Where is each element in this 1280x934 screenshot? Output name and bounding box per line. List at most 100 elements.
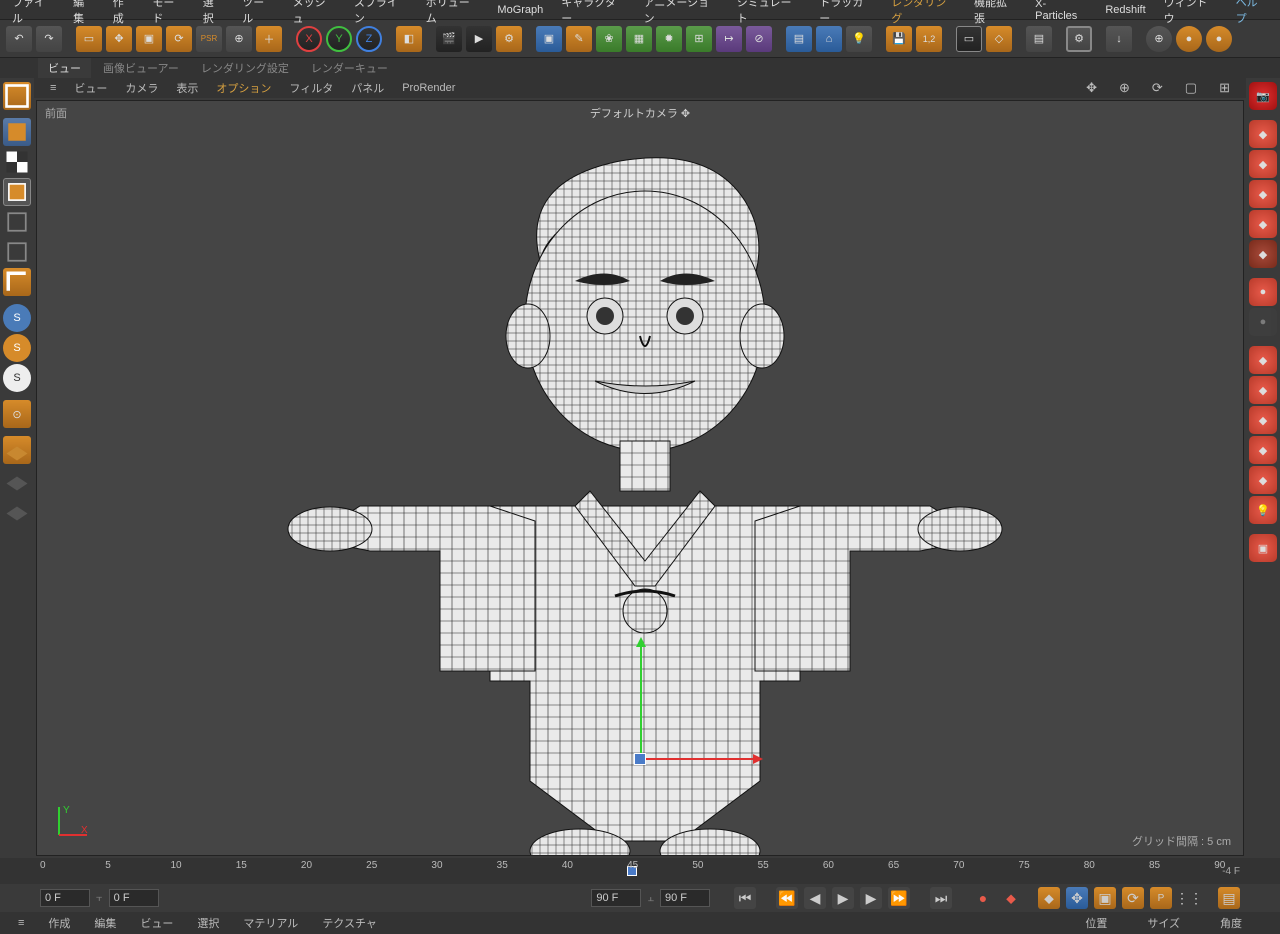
rs-btn6[interactable]: ● (1249, 278, 1277, 306)
range-start-input[interactable] (40, 889, 90, 907)
menu-select[interactable]: 選択 (195, 0, 233, 28)
timeline-ruler[interactable]: 051015202530354045505560657075808590 -4 … (0, 858, 1280, 884)
psr-button[interactable]: PSR (196, 26, 222, 52)
vp-display[interactable]: 表示 (168, 78, 206, 98)
rs-btn4[interactable]: ◆ (1249, 210, 1277, 238)
rotate-button[interactable]: ⟳ (166, 26, 192, 52)
poly-mode-button[interactable] (3, 268, 31, 296)
gizmo-center[interactable] (634, 753, 646, 765)
layout2-button[interactable]: ◇ (986, 26, 1012, 52)
vp-camera[interactable]: カメラ (117, 78, 166, 98)
edge-mode-button[interactable] (3, 238, 31, 266)
range-end-input[interactable] (591, 889, 641, 907)
prev-key-button[interactable]: ⏪ (776, 887, 798, 909)
tab-rendersettings[interactable]: レンダリング設定 (191, 58, 299, 78)
menu-edit[interactable]: 編集 (65, 0, 103, 28)
key-opts-button[interactable]: ⋮⋮ (1178, 887, 1200, 909)
deform-button[interactable]: ↦ (716, 26, 742, 52)
menu-tracker[interactable]: トラッカー (811, 0, 881, 28)
workplane1-button[interactable] (3, 436, 31, 464)
scale-button[interactable]: ▣ (136, 26, 162, 52)
menu-xparticles[interactable]: X-Particles (1027, 0, 1095, 24)
plus-button[interactable]: ＋ (256, 26, 282, 52)
record-button[interactable]: ● (972, 887, 994, 909)
rs-btn11[interactable]: ◆ (1249, 436, 1277, 464)
menu-window[interactable]: ウィンドウ (1156, 0, 1226, 28)
status-material[interactable]: マテリアル (233, 913, 308, 933)
timeline-button[interactable]: ▤ (1218, 887, 1240, 909)
symmetry3-button[interactable]: S (3, 364, 31, 392)
play-button[interactable]: ▶ (832, 887, 854, 909)
vp-nav1-icon[interactable]: ✥ (1078, 78, 1105, 98)
menu-create[interactable]: 作成 (105, 0, 143, 28)
content-button[interactable]: ▤ (1026, 26, 1052, 52)
menu-mesh[interactable]: メッシュ (285, 0, 344, 28)
sphere1-button[interactable]: ● (1176, 26, 1202, 52)
ruler[interactable]: 051015202530354045505560657075808590 (40, 860, 1214, 882)
tab-imageviewer[interactable]: 画像ビューアー (93, 58, 189, 78)
status-create[interactable]: 作成 (38, 913, 80, 933)
rect-select-button[interactable]: ▭ (76, 26, 102, 52)
coord-button[interactable]: ◧ (396, 26, 422, 52)
menu-render[interactable]: レンダリング (883, 0, 964, 28)
make-editable-button[interactable] (3, 82, 31, 110)
keyframe-sel-button[interactable]: ⬥ (1038, 887, 1060, 909)
rs-btn10[interactable]: ◆ (1249, 406, 1277, 434)
tab-view[interactable]: ビュー (38, 58, 91, 78)
vp-option[interactable]: オプション (208, 78, 279, 98)
current-end-input[interactable] (660, 889, 710, 907)
status-hamburger[interactable]: ≡ (8, 915, 34, 931)
vp-filter[interactable]: フィルタ (281, 78, 341, 98)
key-rot-button[interactable]: ⟳ (1122, 887, 1144, 909)
gizmo-y-axis[interactable] (640, 640, 642, 760)
symmetry2-button[interactable]: S (3, 334, 31, 362)
save-inc-button[interactable]: 1,2 (916, 26, 942, 52)
rs-btn14[interactable]: ▣ (1249, 534, 1277, 562)
rs-btn8[interactable]: ◆ (1249, 346, 1277, 374)
vp-hamburger[interactable]: ≡ (42, 80, 64, 96)
rs-btn2[interactable]: ◆ (1249, 150, 1277, 178)
download-button[interactable]: ↓ (1106, 26, 1132, 52)
vp-view[interactable]: ビュー (66, 78, 115, 98)
current-start-input[interactable] (109, 889, 159, 907)
layout1-button[interactable]: ▭ (956, 26, 982, 52)
rs-render-button[interactable]: 📷 (1249, 82, 1277, 110)
object-mode-button[interactable] (3, 178, 31, 206)
light-button[interactable]: 💡 (846, 26, 872, 52)
key-scale-button[interactable]: ▣ (1094, 887, 1116, 909)
child-comp-button[interactable]: ⊕ (226, 26, 252, 52)
symmetry1-button[interactable]: S (3, 304, 31, 332)
rs-btn7[interactable]: ● (1249, 308, 1277, 336)
menu-volume[interactable]: ボリューム (418, 0, 488, 28)
vp-nav3-icon[interactable]: ⟳ (1144, 78, 1171, 98)
undo-button[interactable]: ↶ (6, 26, 32, 52)
vp-nav5-icon[interactable]: ⊞ (1211, 78, 1238, 98)
save-button[interactable]: 💾 (886, 26, 912, 52)
render-pv-button[interactable]: ▶ (466, 26, 492, 52)
prim-cube-button[interactable]: ▣ (536, 26, 562, 52)
vp-prorender[interactable]: ProRender (394, 80, 463, 96)
goto-start-button[interactable]: ⏮ (734, 887, 756, 909)
menu-character[interactable]: キャラクター (553, 0, 633, 28)
rs-btn12[interactable]: ◆ (1249, 466, 1277, 494)
next-key-button[interactable]: ⏩ (888, 887, 910, 909)
z-axis-button[interactable]: Z (356, 26, 382, 52)
key-param-button[interactable]: P (1150, 887, 1172, 909)
floor-button[interactable]: ▤ (786, 26, 812, 52)
point-mode-button[interactable] (3, 208, 31, 236)
prev-frame-button[interactable]: ◀ (804, 887, 826, 909)
subdiv-button[interactable]: ▦ (626, 26, 652, 52)
status-view[interactable]: ビュー (130, 913, 183, 933)
rs-btn1[interactable]: ◆ (1249, 120, 1277, 148)
vp-panel[interactable]: パネル (343, 78, 392, 98)
vp-nav4-icon[interactable]: ▢ (1177, 78, 1205, 98)
gizmo-x-axis[interactable] (640, 758, 760, 760)
key-pos-button[interactable]: ✥ (1066, 887, 1088, 909)
array-button[interactable]: ✹ (656, 26, 682, 52)
status-texture[interactable]: テクスチャ (312, 913, 387, 933)
menu-tool[interactable]: ツール (234, 0, 282, 28)
menu-file[interactable]: ファイル (4, 0, 63, 28)
status-select[interactable]: 選択 (187, 913, 229, 933)
tab-renderqueue[interactable]: レンダーキュー (301, 58, 398, 78)
camera-button[interactable]: ⌂ (816, 26, 842, 52)
